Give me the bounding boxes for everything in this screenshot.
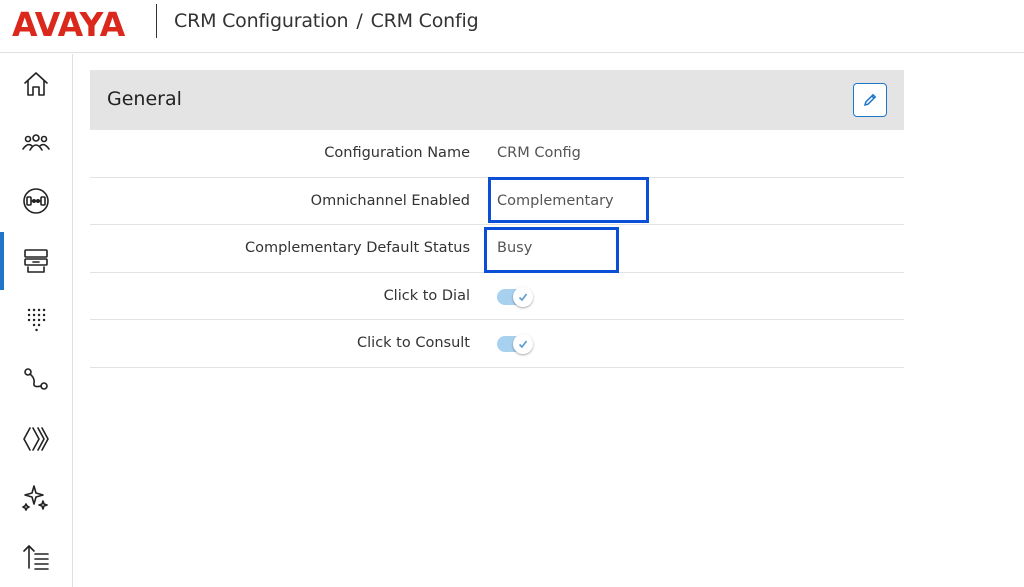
toggle-knob [513, 334, 533, 354]
click-to-dial-label: Click to Dial [383, 287, 470, 304]
click-to-consult-label: Click to Consult [357, 335, 470, 351]
toggle-knob [513, 286, 533, 307]
integrations-icon [24, 249, 48, 273]
headset-icon [23, 188, 49, 214]
sidebar-item-integrations[interactable] [0, 232, 72, 290]
header-divider [156, 4, 157, 38]
breadcrumb: CRM Configuration / CRM Config [174, 10, 479, 32]
home-icon [24, 72, 48, 96]
users-icon [22, 134, 50, 151]
row-click-to-dial: Click to Dial [90, 273, 904, 320]
top-bar: AVAYA CRM Configuration / CRM Config [0, 0, 1024, 53]
complementary-default-status-label: Complementary Default Status [244, 240, 470, 256]
row-configuration-name: Configuration Name CRM Config [90, 130, 904, 178]
routing-icon [24, 368, 48, 390]
panel-header: General [90, 70, 904, 130]
check-icon [518, 340, 528, 349]
channels-icon [23, 427, 49, 451]
click-to-dial-toggle[interactable] [497, 286, 533, 307]
omnichannel-enabled-label: Omnichannel Enabled [310, 192, 470, 209]
sidebar-item-users[interactable] [0, 114, 72, 172]
sidebar-item-headset[interactable] [0, 172, 72, 230]
sidebar-item-ai[interactable] [0, 468, 72, 526]
sidebar-item-home[interactable] [0, 55, 72, 113]
panel-title: General [107, 88, 182, 110]
sidebar-item-routing[interactable] [0, 350, 72, 408]
configuration-name-value: CRM Config [497, 145, 581, 161]
edit-button[interactable] [853, 83, 887, 117]
breadcrumb-separator: / [356, 10, 363, 32]
highlight-box-omnichannel [488, 177, 649, 223]
row-click-to-consult: Click to Consult [90, 320, 904, 368]
configuration-name-label: Configuration Name [324, 145, 470, 161]
sparkles-icon [22, 485, 48, 511]
pencil-icon [863, 93, 877, 107]
sidebar-item-dialpad[interactable] [0, 290, 72, 348]
check-icon [518, 293, 528, 301]
dialpad-icon [27, 308, 46, 332]
sidebar-item-sort[interactable] [0, 528, 72, 586]
click-to-consult-toggle[interactable] [497, 334, 533, 354]
highlight-box-default-status [484, 227, 619, 273]
breadcrumb-crm-config: CRM Config [370, 10, 479, 32]
sidebar-item-channels[interactable] [0, 410, 72, 468]
breadcrumb-crm-configuration[interactable]: CRM Configuration [174, 10, 349, 32]
sidebar [0, 54, 73, 587]
sort-list-icon [23, 545, 49, 570]
avaya-logo[interactable]: AVAYA [12, 5, 125, 45]
